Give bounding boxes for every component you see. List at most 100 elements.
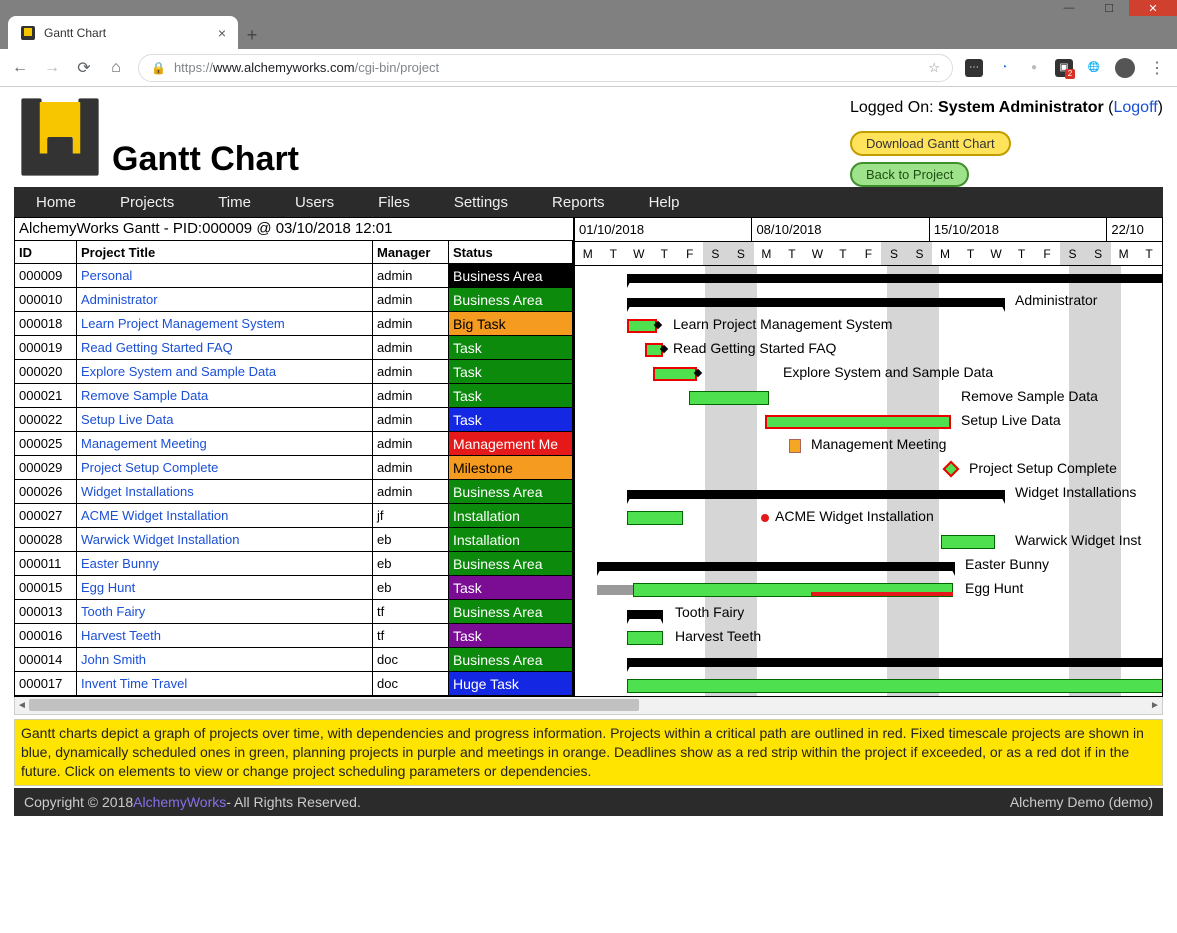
cell-status: Business Area — [449, 480, 573, 503]
tab-title: Gantt Chart — [44, 26, 210, 40]
cell-manager: tf — [373, 624, 449, 647]
cell-title: Widget Installations — [77, 480, 373, 503]
new-tab-button[interactable]: + — [238, 21, 266, 49]
project-link[interactable]: Egg Hunt — [81, 580, 135, 595]
menu-reports[interactable]: Reports — [530, 194, 627, 211]
scrollbar-thumb[interactable] — [29, 699, 639, 711]
project-link[interactable]: Administrator — [81, 292, 158, 307]
gantt-meeting-bar[interactable] — [789, 439, 801, 453]
project-link[interactable]: Learn Project Management System — [81, 316, 285, 331]
gantt-summary-bar[interactable] — [627, 658, 1162, 667]
login-status: Logged On: System Administrator (Logoff) — [850, 99, 1163, 117]
status-badge: Business Area — [449, 480, 572, 503]
project-link[interactable]: Widget Installations — [81, 484, 194, 499]
gantt-summary-bar[interactable] — [627, 490, 1005, 499]
scroll-left-icon[interactable]: ◄ — [15, 697, 29, 713]
cell-manager: jf — [373, 504, 449, 527]
gantt-task-bar[interactable] — [689, 391, 769, 405]
project-link[interactable]: Easter Bunny — [81, 556, 159, 571]
project-link[interactable]: Personal — [81, 268, 132, 283]
browser-tabbar: Gantt Chart × + — [0, 16, 1177, 49]
menu-users[interactable]: Users — [273, 194, 356, 211]
day-header-cell: S — [703, 242, 729, 265]
back-to-project-button[interactable]: Back to Project — [850, 162, 969, 187]
gantt-buffer-bar[interactable] — [597, 585, 633, 595]
menu-home[interactable]: Home — [14, 194, 98, 211]
extension-icon[interactable]: ▣ — [1055, 59, 1073, 77]
day-header-cell: T — [958, 242, 984, 265]
project-link[interactable]: Invent Time Travel — [81, 676, 187, 691]
gantt-task-bar[interactable] — [941, 535, 995, 549]
window-close-button[interactable]: ✕ — [1129, 0, 1177, 16]
gantt-summary-bar[interactable] — [597, 562, 955, 571]
day-header-cell: W — [626, 242, 652, 265]
project-link[interactable]: Tooth Fairy — [81, 604, 145, 619]
address-bar[interactable]: 🔒 https://www.alchemyworks.com/cgi-bin/p… — [138, 54, 953, 82]
table-row: 000019Read Getting Started FAQadminTask — [15, 336, 573, 360]
project-link[interactable]: Explore System and Sample Data — [81, 364, 276, 379]
footer-link[interactable]: AlchemyWorks — [133, 794, 226, 810]
menu-settings[interactable]: Settings — [432, 194, 530, 211]
project-link[interactable]: Management Meeting — [81, 436, 207, 451]
nav-reload-button[interactable]: ⟳ — [74, 58, 94, 78]
menu-help[interactable]: Help — [627, 194, 702, 211]
table-row: 000028Warwick Widget InstallationebInsta… — [15, 528, 573, 552]
browser-tab-active[interactable]: Gantt Chart × — [8, 16, 238, 49]
cell-id: 000020 — [15, 360, 77, 383]
logoff-link[interactable]: Logoff — [1113, 99, 1157, 116]
gantt-summary-bar[interactable] — [627, 298, 1005, 307]
timeline-date-header: 01/10/2018 08/10/2018 15/10/2018 22/10 — [575, 218, 1162, 242]
gantt-task-bar[interactable] — [627, 319, 657, 333]
cell-title: Learn Project Management System — [77, 312, 373, 335]
gantt-task-bar[interactable] — [765, 415, 951, 429]
project-link[interactable]: Remove Sample Data — [81, 388, 208, 403]
extension-icon[interactable]: ◔ — [995, 59, 1013, 77]
window-minimize-button[interactable]: — — [1049, 0, 1089, 16]
cell-title: Harvest Teeth — [77, 624, 373, 647]
project-link[interactable]: Read Getting Started FAQ — [81, 340, 233, 355]
cell-title: Invent Time Travel — [77, 672, 373, 695]
menu-files[interactable]: Files — [356, 194, 432, 211]
gantt-summary-bar[interactable] — [627, 274, 1162, 283]
menu-time[interactable]: Time — [196, 194, 273, 211]
day-header-cell: W — [983, 242, 1009, 265]
cell-status: Installation — [449, 528, 573, 551]
extension-icon[interactable]: ● — [1025, 59, 1043, 77]
gantt-summary-bar[interactable] — [627, 610, 663, 619]
download-gantt-button[interactable]: Download Gantt Chart — [850, 131, 1011, 156]
nav-back-button[interactable]: ← — [10, 59, 30, 77]
bookmark-star-icon[interactable]: ☆ — [928, 60, 940, 76]
day-header-cell: T — [1136, 242, 1162, 265]
gantt-task-bar[interactable] — [627, 511, 683, 525]
extension-icon[interactable]: 🌐 — [1085, 59, 1103, 77]
scroll-right-icon[interactable]: ► — [1148, 697, 1162, 713]
profile-avatar[interactable] — [1115, 58, 1135, 78]
window-maximize-button[interactable]: ☐ — [1089, 0, 1129, 16]
table-row: 000027ACME Widget InstallationjfInstalla… — [15, 504, 573, 528]
gantt-milestone-icon[interactable] — [943, 461, 960, 478]
tab-close-icon[interactable]: × — [218, 25, 226, 41]
menu-projects[interactable]: Projects — [98, 194, 196, 211]
gantt-task-bar[interactable] — [627, 679, 1162, 693]
extension-icon[interactable]: ⋯ — [965, 59, 983, 77]
project-link[interactable]: Setup Live Data — [81, 412, 174, 427]
day-header-cell: M — [932, 242, 958, 265]
cell-id: 000026 — [15, 480, 77, 503]
nav-home-button[interactable]: ⌂ — [106, 59, 126, 77]
gantt-task-bar[interactable] — [653, 367, 697, 381]
cell-manager: doc — [373, 672, 449, 695]
table-row: 000009PersonaladminBusiness Area — [15, 264, 573, 288]
browser-menu-button[interactable]: ⋮ — [1147, 58, 1167, 78]
table-row: 000017Invent Time TraveldocHuge Task — [15, 672, 573, 696]
project-link[interactable]: ACME Widget Installation — [81, 508, 228, 523]
cell-manager: admin — [373, 432, 449, 455]
project-link[interactable]: Harvest Teeth — [81, 628, 161, 643]
project-link[interactable]: John Smith — [81, 652, 146, 667]
day-header-cell: T — [830, 242, 856, 265]
project-link[interactable]: Warwick Widget Installation — [81, 532, 239, 547]
cell-status: Business Area — [449, 288, 573, 311]
horizontal-scrollbar[interactable]: ◄ ► — [14, 697, 1163, 715]
gantt-task-bar[interactable] — [627, 631, 663, 645]
project-link[interactable]: Project Setup Complete — [81, 460, 218, 475]
favicon-icon — [20, 25, 36, 41]
